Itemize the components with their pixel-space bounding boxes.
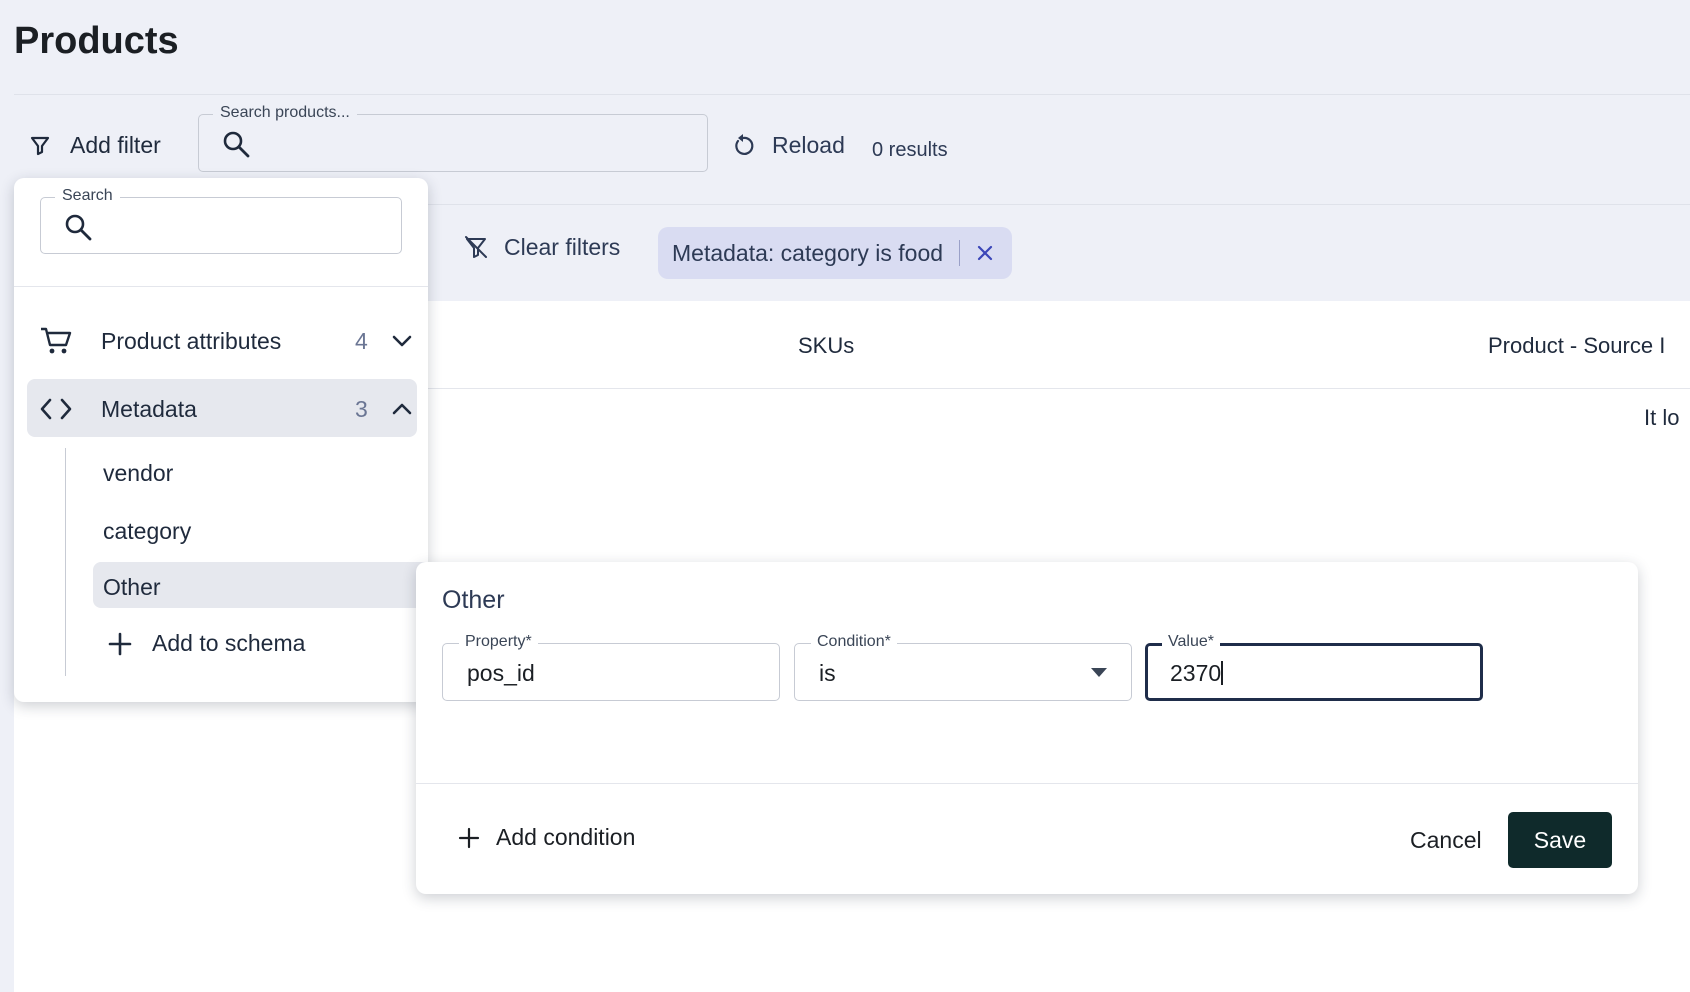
add-to-schema-label: Add to schema bbox=[152, 630, 306, 656]
property-field-label: Property* bbox=[459, 633, 538, 651]
metadata-item-vendor[interactable]: vendor bbox=[93, 448, 429, 494]
cancel-button[interactable]: Cancel bbox=[1394, 812, 1498, 868]
column-header-skus[interactable]: SKUs bbox=[798, 333, 854, 359]
group-product-attributes[interactable]: Product attributes 4 bbox=[27, 311, 417, 369]
add-to-schema-button[interactable]: Add to schema bbox=[108, 630, 305, 657]
condition-select-label: Condition* bbox=[811, 633, 897, 651]
text-cursor bbox=[1221, 661, 1224, 685]
condition-dialog-title: Other bbox=[442, 586, 505, 614]
dropdown-arrow-icon bbox=[1091, 668, 1107, 677]
empty-state-message: It lo bbox=[1644, 405, 1680, 430]
close-icon[interactable] bbox=[974, 242, 996, 264]
header-divider bbox=[14, 94, 1690, 95]
save-button[interactable]: Save bbox=[1508, 812, 1612, 868]
add-condition-label: Add condition bbox=[496, 824, 636, 850]
metadata-item-other[interactable]: Other bbox=[93, 562, 429, 608]
search-products-label: Search products... bbox=[213, 104, 357, 122]
clear-filters-label: Clear filters bbox=[504, 233, 621, 260]
reload-label: Reload bbox=[772, 132, 845, 158]
reload-button[interactable]: Reload bbox=[730, 132, 845, 159]
add-condition-button[interactable]: Add condition bbox=[458, 824, 635, 851]
add-filter-dropdown: Search Product attributes 4 Metadata 3 v… bbox=[14, 178, 429, 702]
metadata-item-category[interactable]: category bbox=[93, 506, 429, 552]
results-count: 0 results bbox=[872, 139, 948, 161]
toolbar: Add filter Search products... Reload 0 r… bbox=[14, 104, 1690, 174]
filter-search-input[interactable]: Search bbox=[40, 187, 402, 254]
chevron-down-icon bbox=[392, 335, 412, 347]
value-field-value: 2370 bbox=[1170, 660, 1222, 686]
reload-icon bbox=[735, 133, 754, 155]
property-field-value: pos_id bbox=[467, 660, 535, 686]
clear-filters-button[interactable]: Clear filters bbox=[462, 233, 620, 261]
chip-divider bbox=[959, 240, 961, 266]
panel-divider bbox=[14, 286, 428, 287]
group-label: Metadata bbox=[101, 396, 197, 422]
filter-off-icon bbox=[465, 236, 487, 258]
value-field-text: 2370 bbox=[1170, 660, 1224, 687]
group-count: 3 bbox=[355, 396, 368, 422]
group-label: Product attributes bbox=[101, 328, 282, 354]
plus-icon bbox=[108, 632, 132, 655]
condition-select[interactable]: Condition* is bbox=[794, 633, 1132, 701]
group-count: 4 bbox=[355, 328, 368, 354]
add-filter-button[interactable]: Add filter bbox=[28, 132, 161, 159]
filter-icon bbox=[30, 136, 50, 155]
property-field[interactable]: Property* pos_id bbox=[442, 633, 780, 701]
condition-select-value: is bbox=[819, 660, 836, 686]
chevron-up-icon bbox=[392, 403, 412, 415]
value-field[interactable]: Value* 2370 bbox=[1145, 633, 1483, 701]
add-filter-label: Add filter bbox=[70, 132, 161, 158]
group-metadata[interactable]: Metadata 3 bbox=[27, 379, 417, 437]
page-title: Products bbox=[14, 20, 179, 62]
dialog-divider bbox=[416, 783, 1638, 784]
search-icon bbox=[223, 131, 250, 158]
code-icon bbox=[40, 398, 72, 420]
cart-icon bbox=[41, 327, 72, 354]
value-field-label: Value* bbox=[1162, 633, 1220, 651]
active-filter-chip[interactable]: Metadata: category is food bbox=[658, 227, 1013, 279]
search-icon bbox=[65, 214, 92, 241]
filter-search-label: Search bbox=[55, 187, 120, 205]
condition-dialog: Other Property* pos_id Condition* is Val… bbox=[416, 562, 1638, 894]
plus-icon bbox=[458, 827, 480, 848]
active-filter-chip-label: Metadata: category is food bbox=[672, 239, 944, 266]
search-products-input[interactable]: Search products... bbox=[198, 104, 708, 172]
column-header-product-source[interactable]: Product - Source I bbox=[1488, 333, 1665, 359]
tree-connector-line bbox=[65, 448, 66, 676]
